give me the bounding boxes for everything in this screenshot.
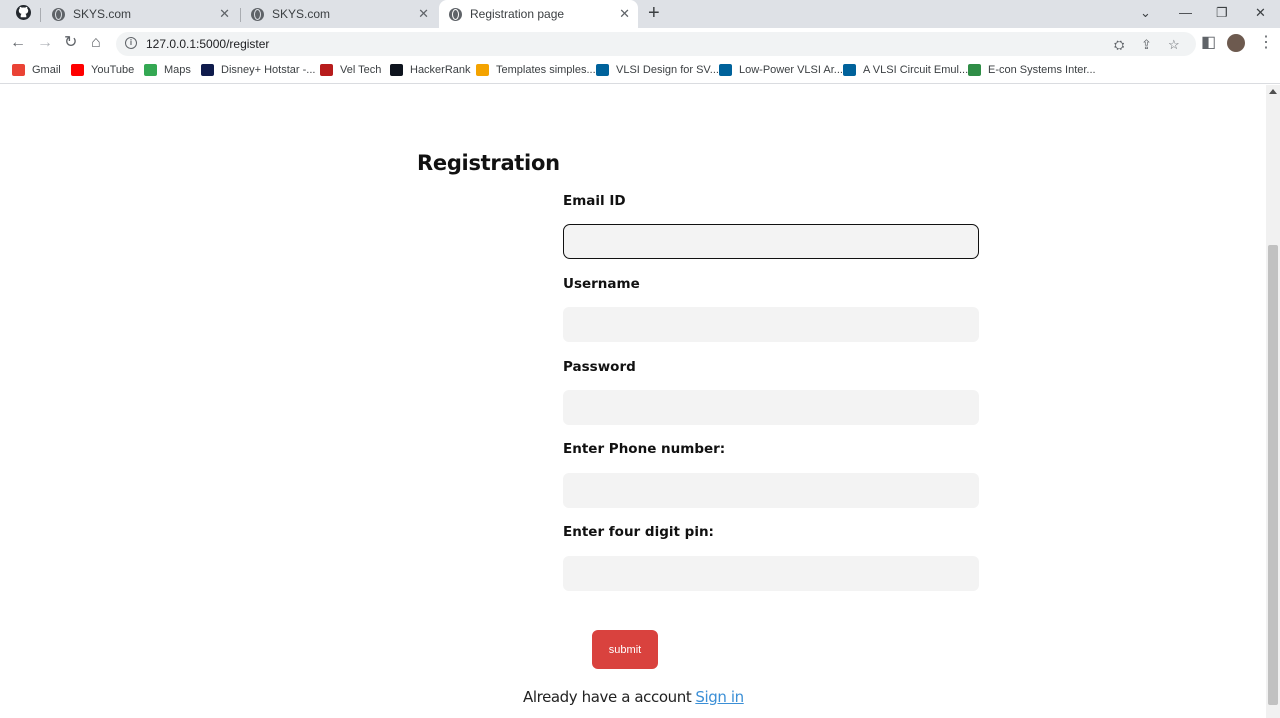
signin-prompt: Already have a account: [523, 688, 692, 706]
close-icon[interactable]: ✕: [619, 7, 630, 21]
bookmark-item[interactable]: Templates simples...: [476, 64, 596, 76]
bookmark-label: E-con Systems Inter...: [988, 64, 1096, 76]
address-bar[interactable]: i 127.0.0.1:5000/register ⛭ ⇪ ☆: [116, 32, 1196, 56]
page-viewport: Registration Email ID Username Password …: [0, 85, 1266, 718]
bookmark-label: HackerRank: [410, 64, 471, 76]
back-icon[interactable]: ←: [10, 34, 26, 52]
tab-separator: [240, 8, 241, 22]
bookmark-item[interactable]: VLSI Design for SV...: [596, 64, 719, 76]
bookmark-label: A VLSI Circuit Emul...: [863, 64, 969, 76]
close-icon[interactable]: ✕: [219, 7, 230, 21]
github-icon: [16, 5, 31, 25]
bookmark-item[interactable]: Maps: [144, 64, 191, 76]
scroll-up-arrow-icon[interactable]: [1269, 89, 1277, 94]
tab-search-icon[interactable]: ⌄: [1140, 5, 1151, 21]
tab-strip: SKYS.com ✕ SKYS.com ✕ Registration page …: [0, 0, 1280, 28]
bookmark-label: Maps: [164, 64, 191, 76]
phone-label: Enter Phone number:: [563, 441, 726, 457]
scroll-thumb[interactable]: [1268, 245, 1278, 705]
signin-row: Already have a account Sign in: [523, 688, 744, 706]
profile-avatar[interactable]: [1227, 34, 1245, 52]
bookmark-item[interactable]: Vel Tech: [320, 64, 381, 76]
close-icon[interactable]: ✕: [418, 7, 429, 21]
side-panel-icon[interactable]: ◧: [1201, 34, 1216, 52]
translate-icon[interactable]: ⛭: [1114, 37, 1124, 53]
bookmark-item[interactable]: YouTube: [71, 64, 134, 76]
password-field[interactable]: [563, 390, 979, 425]
tab-skys-1[interactable]: SKYS.com ✕: [46, 0, 238, 28]
bookmark-item[interactable]: Gmail: [12, 64, 61, 76]
signin-link[interactable]: Sign in: [695, 688, 744, 706]
tab-registration[interactable]: Registration page ✕: [439, 0, 638, 28]
site-info-icon[interactable]: i: [125, 37, 137, 49]
tab-separator: [40, 8, 41, 22]
forward-icon[interactable]: →: [37, 34, 53, 52]
tab-title: SKYS.com: [272, 7, 331, 21]
globe-icon: [251, 7, 264, 21]
new-tab-button[interactable]: +: [648, 3, 660, 23]
tab-title: Registration page: [470, 7, 565, 21]
bookmark-label: Templates simples...: [496, 64, 596, 76]
url-text[interactable]: 127.0.0.1:5000/register: [146, 37, 269, 51]
submit-button[interactable]: submit: [592, 630, 658, 669]
bookmark-item[interactable]: Low-Power VLSI Ar...: [719, 64, 843, 76]
hotstar-icon: [201, 64, 214, 76]
bookmark-label: VLSI Design for SV...: [616, 64, 719, 76]
bookmark-item[interactable]: HackerRank: [390, 64, 471, 76]
globe-icon: [449, 7, 462, 21]
bookmark-star-icon[interactable]: ☆: [1168, 37, 1180, 53]
geeks-icon: [968, 64, 981, 76]
username-label: Username: [563, 276, 640, 292]
youtube-icon: [71, 64, 84, 76]
close-window-button[interactable]: ✕: [1255, 5, 1266, 21]
menu-icon[interactable]: ⋮: [1258, 34, 1274, 52]
ieee-icon: [843, 64, 856, 76]
email-label: Email ID: [563, 193, 626, 209]
bookmark-label: Disney+ Hotstar -...: [221, 64, 316, 76]
restore-button[interactable]: ❐: [1216, 5, 1228, 21]
hackerrank-icon: [390, 64, 403, 76]
password-label: Password: [563, 359, 636, 375]
bookmarks-bar: Gmail YouTube Maps Disney+ Hotstar -... Vel …: [0, 60, 1280, 84]
bookmark-label: Gmail: [32, 64, 61, 76]
ieee-icon: [719, 64, 732, 76]
page-title: Registration: [417, 151, 560, 175]
email-field[interactable]: [563, 224, 979, 259]
bookmark-label: Vel Tech: [340, 64, 382, 76]
bookmark-item[interactable]: A VLSI Circuit Emul...: [843, 64, 968, 76]
share-icon[interactable]: ⇪: [1141, 37, 1152, 53]
tab-title: SKYS.com: [73, 7, 132, 21]
veltech-icon: [320, 64, 333, 76]
minimize-button[interactable]: —: [1179, 5, 1192, 20]
bookmark-label: Low-Power VLSI Ar...: [739, 64, 843, 76]
phone-field[interactable]: [563, 473, 979, 508]
bookmark-item[interactable]: E-con Systems Inter...: [968, 64, 1096, 76]
username-field[interactable]: [563, 307, 979, 342]
globe-icon: [52, 7, 65, 21]
reload-icon[interactable]: ↻: [64, 34, 77, 52]
templates-icon: [476, 64, 489, 76]
pin-field[interactable]: [563, 556, 979, 591]
bookmark-item[interactable]: Disney+ Hotstar -...: [201, 64, 315, 76]
tab-skys-2[interactable]: SKYS.com ✕: [245, 0, 437, 28]
browser-toolbar: ← → ↻ ⌂ i 127.0.0.1:5000/register ⛭ ⇪ ☆ …: [0, 28, 1280, 60]
maps-icon: [144, 64, 157, 76]
ieee-icon: [596, 64, 609, 76]
gmail-icon: [12, 64, 25, 76]
page-scrollbar[interactable]: [1266, 85, 1280, 718]
bookmark-label: YouTube: [91, 64, 135, 76]
home-icon[interactable]: ⌂: [91, 34, 101, 52]
pin-label: Enter four digit pin:: [563, 524, 714, 540]
